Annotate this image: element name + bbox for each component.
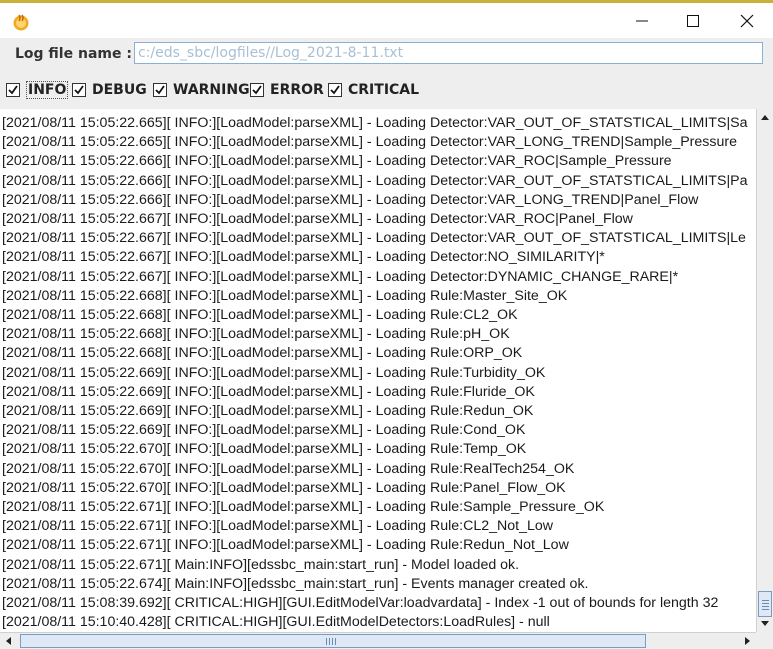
log-line: [2021/08/11 15:05:22.671][ INFO:][LoadMo… xyxy=(2,499,605,515)
scrollbar-corner xyxy=(756,632,773,649)
close-icon xyxy=(740,14,754,28)
log-line: [2021/08/11 15:05:22.665][ INFO:][LoadMo… xyxy=(2,134,737,151)
log-line: [2021/08/11 15:05:22.667][ INFO:][LoadMo… xyxy=(2,211,633,227)
log-line: [2021/08/11 15:05:22.668][ INFO:][LoadMo… xyxy=(2,345,523,362)
filter-error-checkbox[interactable]: ERROR xyxy=(250,82,324,98)
java-cup-icon xyxy=(11,12,31,32)
log-line: [2021/08/11 15:05:22.669][ INFO:][LoadMo… xyxy=(2,422,526,439)
log-line: [2021/08/11 15:05:22.666][ INFO:][LoadMo… xyxy=(2,172,748,189)
filter-critical-checkbox[interactable]: CRITICAL xyxy=(328,82,419,98)
log-line: [2021/08/11 15:05:22.666][ INFO:][LoadMo… xyxy=(2,153,672,170)
check-icon xyxy=(8,85,18,95)
filter-warning-label: WARNING xyxy=(173,82,250,98)
checkbox-box xyxy=(328,83,342,97)
log-line: [2021/08/11 15:05:22.670][ INFO:][LoadMo… xyxy=(2,479,566,496)
log-line: [2021/08/11 15:05:22.668][ INFO:][LoadMo… xyxy=(2,287,568,304)
filter-debug-checkbox[interactable]: DEBUG xyxy=(72,82,147,98)
log-line: [2021/08/11 15:05:22.669][ INFO:][LoadMo… xyxy=(2,403,534,419)
vertical-scroll-thumb[interactable] xyxy=(758,591,772,617)
log-line: [2021/08/11 15:05:22.669][ INFO:][LoadMo… xyxy=(2,383,535,400)
maximize-button[interactable] xyxy=(670,3,716,38)
filter-error-label: ERROR xyxy=(270,82,324,98)
checkbox-box xyxy=(72,83,86,97)
log-line: [2021/08/11 15:05:22.671][ Main:INFO][ed… xyxy=(2,556,520,573)
scroll-up-icon[interactable] xyxy=(760,113,770,121)
scroll-left-icon[interactable] xyxy=(4,636,12,646)
log-line: [2021/08/11 15:05:22.671][ INFO:][LoadMo… xyxy=(2,537,569,554)
log-line: [2021/08/11 15:05:22.669][ INFO:][LoadMo… xyxy=(2,364,546,381)
log-line: [2021/08/11 15:05:22.665][ INFO:][LoadMo… xyxy=(2,115,748,131)
horizontal-scrollbar[interactable] xyxy=(0,632,756,649)
checkbox-box xyxy=(153,83,167,97)
vertical-scrollbar[interactable] xyxy=(756,109,773,632)
filter-debug-label: DEBUG xyxy=(92,82,147,98)
maximize-icon xyxy=(687,15,699,27)
checkbox-box xyxy=(250,83,264,97)
log-line: [2021/08/11 15:05:22.666][ INFO:][LoadMo… xyxy=(2,191,699,208)
log-line: [2021/08/11 15:08:39.692][ CRITICAL:HIGH… xyxy=(2,595,719,611)
checkbox-box xyxy=(6,83,20,97)
filter-critical-label: CRITICAL xyxy=(348,82,420,98)
minimize-button[interactable] xyxy=(619,3,665,38)
log-line: [2021/08/11 15:05:22.667][ INFO:][LoadMo… xyxy=(2,230,746,247)
check-icon xyxy=(330,85,340,95)
check-icon xyxy=(252,85,262,95)
log-line: [2021/08/11 15:10:40.428][ CRITICAL:HIGH… xyxy=(2,614,550,631)
horizontal-scroll-thumb[interactable] xyxy=(20,634,646,648)
log-line: [2021/08/11 15:05:22.668][ INFO:][LoadMo… xyxy=(2,307,518,323)
log-line: [2021/08/11 15:05:22.674][ Main:INFO][ed… xyxy=(2,575,589,592)
log-file-field[interactable]: c:/eds_sbc/logfiles//Log_2021-8-11.txt xyxy=(134,42,763,64)
scroll-right-icon[interactable] xyxy=(744,636,752,646)
log-file-label: Log file name : xyxy=(15,46,132,62)
scroll-down-icon[interactable] xyxy=(760,620,770,628)
controls-panel: Log file name : c:/eds_sbc/logfiles//Log… xyxy=(0,38,773,109)
filter-warning-checkbox[interactable]: WARNING xyxy=(153,82,250,98)
log-line: [2021/08/11 15:05:22.670][ INFO:][LoadMo… xyxy=(2,441,527,458)
log-line: [2021/08/11 15:05:22.667][ INFO:][LoadMo… xyxy=(2,268,679,285)
log-line: [2021/08/11 15:05:22.670][ INFO:][LoadMo… xyxy=(2,460,575,477)
filter-info-label: INFO xyxy=(26,81,69,99)
check-icon xyxy=(155,85,165,95)
check-icon xyxy=(74,85,84,95)
log-line: [2021/08/11 15:05:22.668][ INFO:][LoadMo… xyxy=(2,326,510,343)
minimize-icon xyxy=(636,20,648,22)
filter-info-checkbox[interactable]: INFO xyxy=(6,81,69,99)
log-text-area[interactable]: [2021/08/11 15:05:22.665][ INFO:][LoadMo… xyxy=(0,109,756,632)
log-line: [2021/08/11 15:05:22.671][ INFO:][LoadMo… xyxy=(2,518,554,535)
close-button[interactable] xyxy=(724,3,770,38)
log-line: [2021/08/11 15:05:22.667][ INFO:][LoadMo… xyxy=(2,249,605,266)
